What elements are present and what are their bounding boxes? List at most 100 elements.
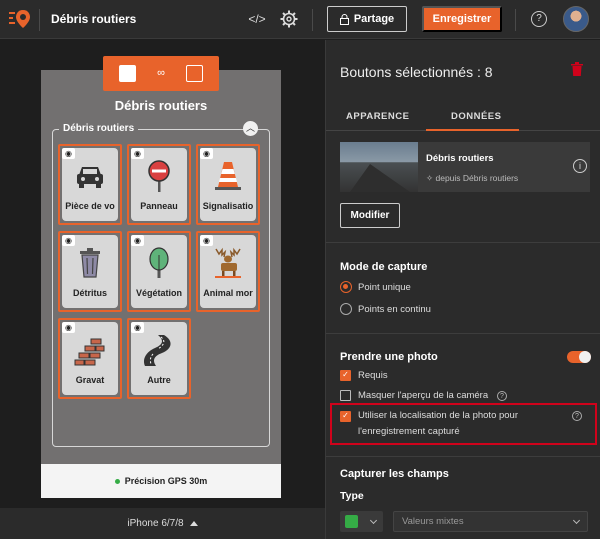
top-bar: Débris routiers </> Partage Enregistrer … [0, 0, 600, 39]
camera-icon: ◉ [131, 148, 144, 159]
camera-icon: ◉ [200, 235, 213, 246]
tile-animal-mort[interactable]: ◉ Animal mor [196, 231, 260, 312]
group-label: Débris routiers [59, 123, 139, 134]
type-label: Type [340, 490, 364, 502]
tile-panneau[interactable]: ◉ Panneau [127, 144, 191, 225]
divider [326, 333, 600, 334]
road-icon [144, 335, 171, 366]
photo-toggle[interactable] [567, 351, 591, 363]
type-select-placeholder: Valeurs mixtes [402, 516, 464, 527]
gps-accuracy: Précision GPS 30m [41, 464, 281, 498]
properties-panel: Boutons sélectionnés : 8 APPARENCE DONNÉ… [325, 40, 600, 539]
gps-status-icon [114, 478, 120, 484]
tile-autre[interactable]: ◉ Autre [127, 318, 191, 399]
layer-source: ✧ depuis Débris routiers [426, 173, 518, 184]
type-picker[interactable] [340, 511, 383, 532]
help-icon[interactable]: ? [497, 391, 507, 401]
camera-icon: ◉ [200, 148, 213, 159]
device-label: iPhone 6/7/8 [127, 518, 184, 529]
camera-icon: ◉ [62, 322, 75, 333]
panel-tabs: APPARENCE DONNÉES [326, 103, 600, 131]
gps-label: Précision GPS 30m [124, 476, 208, 486]
device-selector[interactable]: iPhone 6/7/8 [0, 508, 325, 539]
road-sign-icon [148, 160, 170, 192]
select-all-icon[interactable] [119, 65, 137, 82]
divider [326, 456, 600, 457]
camera-icon: ◉ [62, 148, 75, 159]
divider [326, 242, 600, 243]
tile-label: Animal mor [203, 288, 253, 298]
delete-icon[interactable] [571, 62, 583, 76]
moose-icon [215, 247, 241, 278]
photo-title: Prendre une photo [340, 351, 438, 363]
code-icon[interactable]: </> [247, 9, 267, 29]
tab-apparence[interactable]: APPARENCE [346, 111, 409, 122]
tile-label: Gravat [75, 375, 105, 385]
info-icon[interactable]: i [573, 159, 587, 173]
layer-thumbnail [340, 142, 418, 192]
tree-icon [149, 247, 169, 278]
highlight-box [330, 403, 597, 445]
share-button[interactable]: Partage [327, 6, 407, 32]
camera-icon: ◉ [62, 235, 75, 246]
radio-label: Points en continu [358, 304, 431, 315]
tile-label: Signalisatio [202, 201, 254, 211]
divider [312, 9, 313, 31]
caret-up-icon [189, 521, 198, 526]
radio-label: Point unique [358, 282, 411, 293]
chevron-down-icon [572, 516, 581, 525]
car-icon [77, 167, 103, 188]
collapse-icon[interactable]: ︿ [243, 121, 258, 136]
link-icon[interactable]: ∞ [152, 65, 169, 82]
tile-label: Panneau [140, 201, 178, 211]
checkbox-label: Masquer l'aperçu de la caméra [358, 390, 489, 401]
checkbox-masquer-apercu[interactable] [340, 390, 351, 401]
panel-title: Boutons sélectionnés : 8 [340, 64, 493, 80]
modify-button[interactable]: Modifier [340, 203, 400, 228]
capture-mode-title: Mode de capture [340, 261, 428, 273]
tab-donnees[interactable]: DONNÉES [451, 111, 501, 122]
layer-source-label: depuis Débris routiers [435, 173, 519, 183]
gear-icon[interactable] [279, 9, 299, 29]
tile-piece-de-vo[interactable]: ◉ Pièce de vo [58, 144, 122, 225]
road-graphic [350, 164, 410, 192]
tile-label: Détritus [72, 288, 107, 298]
radio-points-continu[interactable] [340, 303, 352, 315]
list-icon [345, 515, 358, 528]
frame-icon[interactable] [185, 65, 203, 82]
bricks-icon [74, 338, 105, 366]
checkbox-requis[interactable]: ✓ [340, 370, 351, 381]
traffic-cone-icon [215, 162, 241, 190]
app-logo-icon[interactable] [9, 8, 31, 30]
type-select[interactable]: Valeurs mixtes [393, 511, 588, 532]
group-title: Débris routiers [114, 98, 208, 113]
lock-icon [339, 13, 349, 25]
tile-label: Végétation [135, 288, 182, 298]
layer-card: Débris routiers ✧ depuis Débris routiers… [340, 142, 590, 192]
selection-toolbar: ∞ [103, 56, 219, 91]
divider [39, 9, 40, 31]
design-canvas: ∞ Débris routiers Débris routiers ︿ ◉ Pi… [0, 40, 325, 539]
camera-icon: ◉ [131, 322, 144, 333]
tile-vegetation[interactable]: ◉ Végétation [127, 231, 191, 312]
trash-can-icon [80, 248, 100, 278]
tile-signalisation[interactable]: ◉ Signalisatio [196, 144, 260, 225]
help-icon[interactable]: ? [531, 11, 547, 27]
camera-icon: ◉ [131, 235, 144, 246]
save-button[interactable]: Enregistrer [422, 6, 502, 32]
checkbox-label: Requis [358, 370, 388, 381]
layer-source-icon: ✧ [426, 173, 434, 183]
share-label: Partage [353, 13, 395, 25]
chevron-down-icon [369, 516, 378, 525]
tile-label: Autre [147, 375, 171, 385]
tile-gravat[interactable]: ◉ Gravat [58, 318, 122, 399]
app-title: Débris routiers [51, 12, 137, 26]
avatar[interactable] [563, 6, 589, 32]
tile-detritus[interactable]: ◉ Détritus [58, 231, 122, 312]
tile-label: Pièce de vo [65, 201, 115, 211]
divider [515, 9, 516, 31]
layer-title: Débris routiers [426, 153, 494, 164]
fields-title: Capturer les champs [340, 468, 449, 480]
active-tab-indicator [426, 129, 519, 131]
radio-point-unique[interactable] [340, 281, 352, 293]
